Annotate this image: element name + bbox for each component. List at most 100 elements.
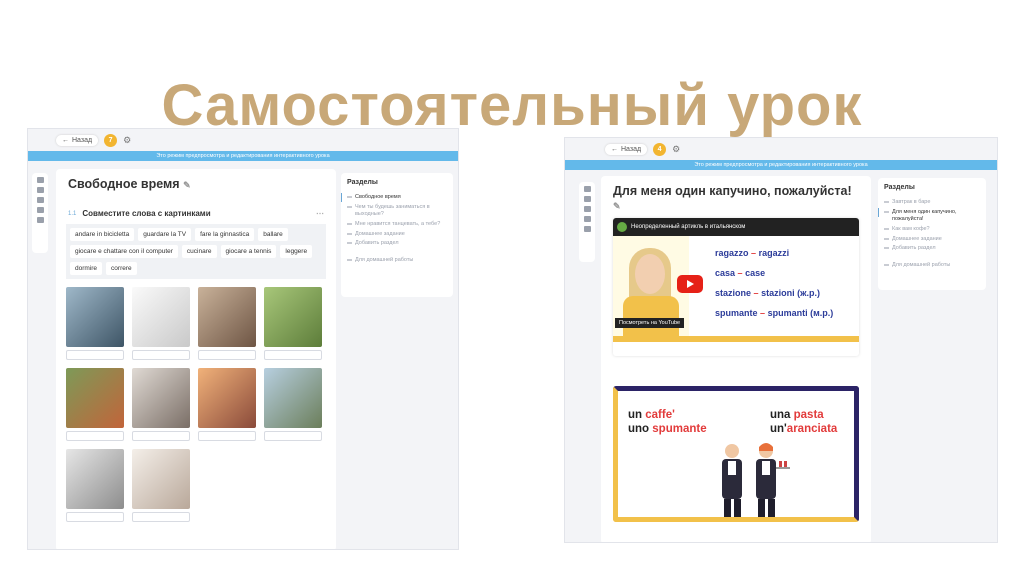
lesson-heading: Свободное время ✎	[68, 177, 191, 191]
articles-card: un caffe' uno spumante una pasta un'aran…	[613, 386, 859, 522]
noun-pair: stazione – stazioni (ж.р.)	[715, 288, 820, 298]
user-badge[interactable]: 4	[653, 142, 667, 156]
task-header: 1.1 Совместите слова с картинками ⋯	[68, 209, 324, 218]
noun-pair: spumante – spumanti (м.р.)	[715, 308, 834, 318]
notes-icon[interactable]	[36, 197, 44, 203]
drop-slot[interactable]	[66, 431, 124, 441]
picture-cell	[264, 287, 322, 360]
photo-computer	[132, 287, 190, 347]
lesson-main: Для меня один капучино, пожалуйста! ✎ Не…	[601, 176, 871, 542]
add-section-button[interactable]: Добавить раздел	[884, 245, 980, 252]
section-item[interactable]: Для меня один капучино, пожалуйста!	[878, 207, 980, 223]
drop-slot[interactable]	[264, 431, 322, 441]
back-button[interactable]: ← Назад	[605, 143, 648, 155]
word-chip[interactable]: giocare e chattare con il computer	[70, 245, 178, 258]
photo-reading	[198, 287, 256, 347]
arrow-left-icon: ←	[62, 136, 69, 144]
word-chip[interactable]: leggere	[280, 245, 313, 258]
lesson-screenshot-free-time: ← Назад 7 ⚙ Это режим предпросмотра и ре…	[27, 128, 459, 550]
noun-plural-list: ragazzo – ragazzi casa – case stazione –…	[689, 236, 859, 336]
tool-rail	[32, 173, 48, 253]
user-badge[interactable]: 7	[104, 133, 118, 147]
section-item[interactable]: Как вам кофе?	[884, 226, 980, 233]
video-accent-bar	[613, 336, 859, 342]
section-item[interactable]: Чем ты будешь заниматься в выходные?	[347, 204, 447, 218]
pencil-icon[interactable]: ✎	[183, 180, 191, 190]
noun-pair: ragazzo – ragazzi	[715, 248, 790, 258]
word-chip[interactable]: fare la ginnastica	[195, 228, 255, 241]
notes-icon[interactable]	[583, 206, 591, 212]
drop-slot[interactable]	[66, 350, 124, 360]
word-chip[interactable]: correre	[106, 262, 137, 275]
video-frame: Посмотреть на YouTube ragazzo – ragazzi …	[613, 236, 859, 336]
word-chip[interactable]: dormire	[70, 262, 103, 275]
photo-tennis	[66, 368, 124, 428]
watch-on-youtube[interactable]: Посмотреть на YouTube	[615, 318, 685, 328]
homework-item[interactable]: Для домашней работы	[884, 262, 980, 269]
more-icon[interactable]: ⋯	[316, 209, 324, 218]
channel-avatar-icon	[617, 222, 627, 232]
picture-cell	[132, 449, 190, 522]
video-player[interactable]: Неопределенный артикль в итальянском Пос…	[613, 218, 859, 356]
picture-cell	[66, 449, 124, 522]
drop-slot[interactable]	[198, 431, 256, 441]
pencil-icon[interactable]: ✎	[613, 201, 621, 211]
chat-icon[interactable]	[36, 177, 44, 183]
drop-slot[interactable]	[132, 431, 190, 441]
picture-cell	[132, 368, 190, 441]
back-button[interactable]: ← Назад	[56, 134, 99, 146]
drop-slot[interactable]	[66, 512, 124, 522]
top-toolbar: ← Назад 7 ⚙	[28, 129, 458, 151]
homework-item[interactable]: Для домашней работы	[347, 257, 447, 264]
photo-tv	[132, 368, 190, 428]
chat-icon[interactable]	[583, 186, 591, 192]
noun-pair: casa – case	[715, 268, 766, 278]
top-toolbar: ← Назад 4 ⚙	[565, 138, 997, 160]
task-title: Совместите слова с картинками	[82, 209, 211, 218]
word-chip[interactable]: cucinare	[181, 245, 217, 258]
drop-slot[interactable]	[264, 350, 322, 360]
photo-running	[198, 368, 256, 428]
lesson-main: Свободное время ✎ 1.1 Совместите слова с…	[56, 169, 336, 549]
section-item[interactable]: Завтрак в баре	[884, 199, 980, 206]
sections-header: Разделы	[347, 179, 378, 186]
add-section-button[interactable]: Добавить раздел	[347, 240, 447, 247]
picture-grid	[66, 287, 326, 522]
drop-slot[interactable]	[198, 350, 256, 360]
word-chip[interactable]: giocare a tennis	[220, 245, 277, 258]
section-item[interactable]: Домашнее задание	[347, 231, 447, 238]
section-item[interactable]: Домашнее задание	[884, 236, 980, 243]
word-chip[interactable]: andare in bicicletta	[70, 228, 135, 241]
picture-cell	[66, 368, 124, 441]
word-chip[interactable]: ballare	[258, 228, 288, 241]
sections-header: Разделы	[884, 184, 915, 191]
drop-slot[interactable]	[132, 512, 190, 522]
section-item[interactable]: Мне нравится танцевать, а тебе?	[347, 221, 447, 228]
grid-icon[interactable]	[36, 217, 44, 223]
waiters-illustration	[722, 443, 790, 517]
grid-icon[interactable]	[583, 226, 591, 232]
gear-icon[interactable]: ⚙	[672, 144, 680, 155]
clock-icon[interactable]	[583, 216, 591, 222]
tool-rail	[579, 182, 595, 262]
word-chip[interactable]: guardare la TV	[138, 228, 192, 241]
picture-cell	[66, 287, 124, 360]
sections-panel: Разделы Завтрак в баре Для меня один кап…	[878, 178, 986, 290]
video-title: Неопределенный артикль в итальянском	[631, 224, 746, 230]
drop-slot[interactable]	[132, 350, 190, 360]
section-item[interactable]: Свободное время	[341, 193, 447, 202]
clock-icon[interactable]	[36, 207, 44, 213]
dictionary-icon[interactable]	[583, 196, 591, 202]
sections-panel: Разделы Свободное время Чем ты будешь за…	[341, 173, 453, 297]
photo-cooking	[66, 449, 124, 509]
play-button[interactable]	[677, 275, 703, 293]
picture-cell	[198, 287, 256, 360]
photo-sleeping	[132, 449, 190, 509]
picture-cell	[264, 368, 322, 441]
dictionary-icon[interactable]	[36, 187, 44, 193]
task-number: 1.1	[68, 210, 77, 217]
video-title-bar: Неопределенный артикль в итальянском	[613, 218, 859, 236]
photo-bicycle	[264, 287, 322, 347]
gear-icon[interactable]: ⚙	[123, 135, 131, 146]
photo-dancing	[264, 368, 322, 428]
